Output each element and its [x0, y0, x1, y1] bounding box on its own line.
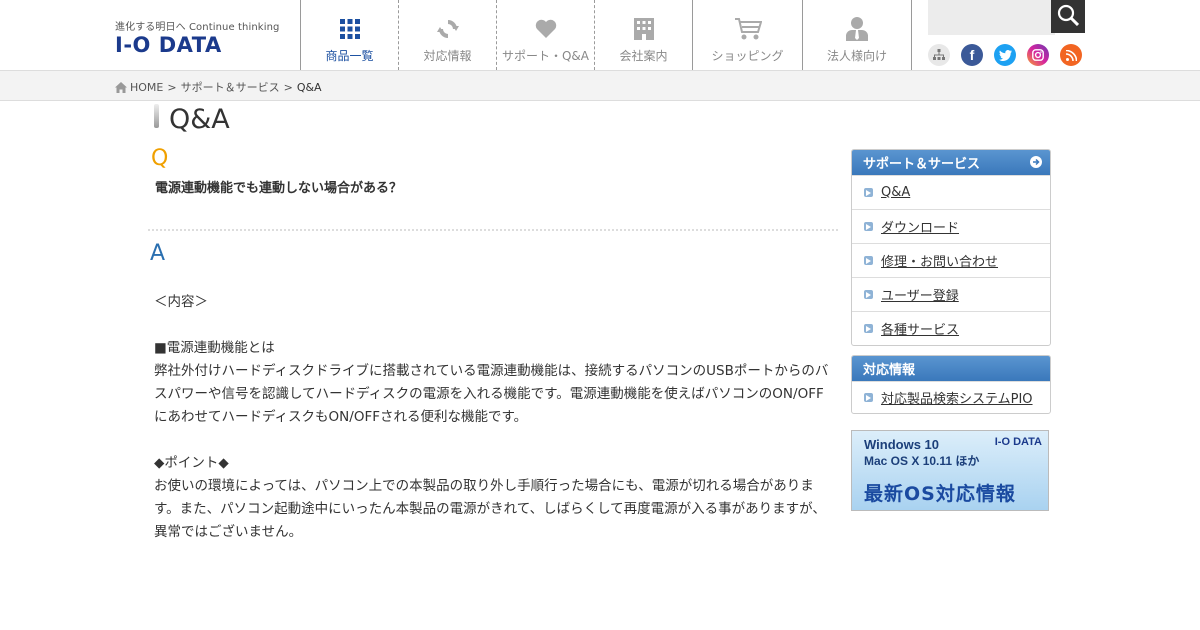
nav-label: サポート・Q&A: [501, 49, 589, 63]
sidebar-compat-box: 対応情報 対応製品検索システムPIO: [851, 355, 1051, 414]
nav-label: 商品一覧: [325, 49, 374, 63]
banner-line1: Windows 10: [864, 437, 940, 452]
search-icon: [1057, 4, 1080, 30]
bullet-arrow-icon: [864, 188, 873, 197]
answer-paragraph: お使いの環境によっては、パソコン上での本製品の取り外し手順行った場合にも、電源が…: [154, 478, 826, 540]
rss-icon[interactable]: [1060, 44, 1082, 66]
answer-marker: A: [150, 241, 166, 266]
sidebar-item-registration[interactable]: ユーザー登録: [852, 277, 1050, 311]
divider: [148, 229, 838, 231]
sidebar-heading-label: サポート＆サービス: [863, 157, 981, 172]
bullet-arrow-icon: [864, 290, 873, 299]
grid-icon: [339, 16, 360, 42]
twitter-icon[interactable]: [994, 44, 1016, 66]
instagram-icon[interactable]: [1027, 44, 1049, 66]
sidebar-support-box: サポート＆サービス Q&A ダウンロード 修理・お問い合わせ ユーザー登録 各種…: [851, 149, 1051, 346]
sidebar-heading-label: 対応情報: [863, 363, 916, 378]
cart-icon: [734, 16, 762, 42]
nav-item-support[interactable]: サポート・Q&A: [496, 0, 594, 70]
sidebar-item-repair[interactable]: 修理・お問い合わせ: [852, 243, 1050, 277]
search-button[interactable]: [1051, 0, 1085, 33]
bullet-arrow-icon: [864, 256, 873, 265]
bullet-arrow-icon: [864, 393, 873, 402]
sidebar-item-pio[interactable]: 対応製品検索システムPIO: [852, 381, 1050, 413]
home-icon: [115, 81, 127, 93]
sidebar-item-qa[interactable]: Q&A: [852, 175, 1050, 209]
building-icon: [633, 16, 654, 42]
facebook-icon[interactable]: f: [961, 44, 983, 66]
breadcrumb-separator: >: [283, 80, 293, 94]
arrow-right-icon: [1030, 156, 1042, 168]
question-text: 電源連動機能でも連動しない場合がある？: [155, 181, 403, 196]
sitemap-icon[interactable]: [928, 44, 950, 66]
page-title: Q&A: [169, 104, 230, 135]
os-compat-banner[interactable]: Windows 10 Mac OS X 10.11 ほか I-O DATA 最新…: [851, 430, 1049, 511]
nav-label: 会社案内: [619, 49, 668, 63]
sidebar-item-label: ユーザー登録: [881, 289, 959, 304]
nav-label: ショッピング: [711, 49, 784, 63]
sidebar-item-download[interactable]: ダウンロード: [852, 209, 1050, 243]
breadcrumb-home[interactable]: HOME: [130, 81, 163, 94]
sidebar-item-label: 対応製品検索システムPIO: [881, 392, 1033, 407]
logo-wordmark: I-O DATA: [115, 33, 222, 57]
answer-section-heading: ■電源連動機能とは: [154, 340, 275, 356]
question-marker: Q: [151, 146, 169, 171]
heart-icon: [535, 16, 557, 42]
breadcrumb: HOME > サポート＆サービス > Q&A: [115, 79, 322, 95]
bullet-arrow-icon: [864, 324, 873, 333]
answer-intro: ＜内容＞: [154, 294, 208, 310]
person-icon: [846, 16, 868, 42]
answer-paragraph: 弊社外付けハードディスクドライブに搭載されている電源連動機能は、接続するパソコン…: [154, 363, 829, 425]
sidebar-item-services[interactable]: 各種サービス: [852, 311, 1050, 345]
sidebar-item-label: ダウンロード: [881, 221, 960, 236]
nav-item-products[interactable]: 商品一覧: [300, 0, 398, 70]
title-accent-bar: [154, 104, 159, 128]
breadcrumb-separator: >: [167, 80, 177, 94]
nav-item-business[interactable]: 法人様向け: [802, 0, 912, 70]
nav-item-shopping[interactable]: ショッピング: [692, 0, 802, 70]
nav-item-compat[interactable]: 対応情報: [398, 0, 496, 70]
sidebar-support-heading[interactable]: サポート＆サービス: [852, 150, 1050, 175]
breadcrumb-support[interactable]: サポート＆サービス: [181, 79, 280, 95]
sidebar-compat-heading[interactable]: 対応情報: [852, 356, 1050, 381]
search-input[interactable]: [928, 0, 1055, 35]
nav-label: 法人様向け: [826, 49, 887, 63]
bullet-arrow-icon: [864, 222, 873, 231]
banner-brand: I-O DATA: [994, 436, 1042, 448]
global-nav: 商品一覧 対応情報 サポート・Q&A 会社案内 ショッピング 法人様向け: [300, 0, 912, 70]
sidebar-item-label: Q&A: [881, 185, 911, 200]
refresh-icon: [436, 16, 460, 42]
breadcrumb-current: Q&A: [296, 80, 322, 94]
banner-line2: Mac OS X 10.11 ほか: [864, 454, 980, 468]
sidebar-item-label: 修理・お問い合わせ: [881, 255, 999, 270]
nav-label: 対応情報: [423, 49, 472, 63]
logo-tagline: 進化する明日へ Continue thinking: [115, 22, 280, 33]
answer-body: ＜内容＞ ■電源連動機能とは 弊社外付けハードディスクドライブに搭載されている電…: [154, 291, 834, 544]
answer-section-heading: ◆ポイント◆: [154, 455, 229, 471]
banner-headline: 最新OS対応情報: [864, 483, 1016, 505]
nav-item-company[interactable]: 会社案内: [594, 0, 692, 70]
sidebar-item-label: 各種サービス: [881, 323, 960, 338]
site-header: 進化する明日へ Continue thinking I-O DATA 商品一覧: [0, 0, 1200, 70]
breadcrumb-bar: HOME > サポート＆サービス > Q&A: [0, 70, 1200, 101]
site-logo[interactable]: 進化する明日へ Continue thinking I-O DATA: [115, 18, 280, 57]
